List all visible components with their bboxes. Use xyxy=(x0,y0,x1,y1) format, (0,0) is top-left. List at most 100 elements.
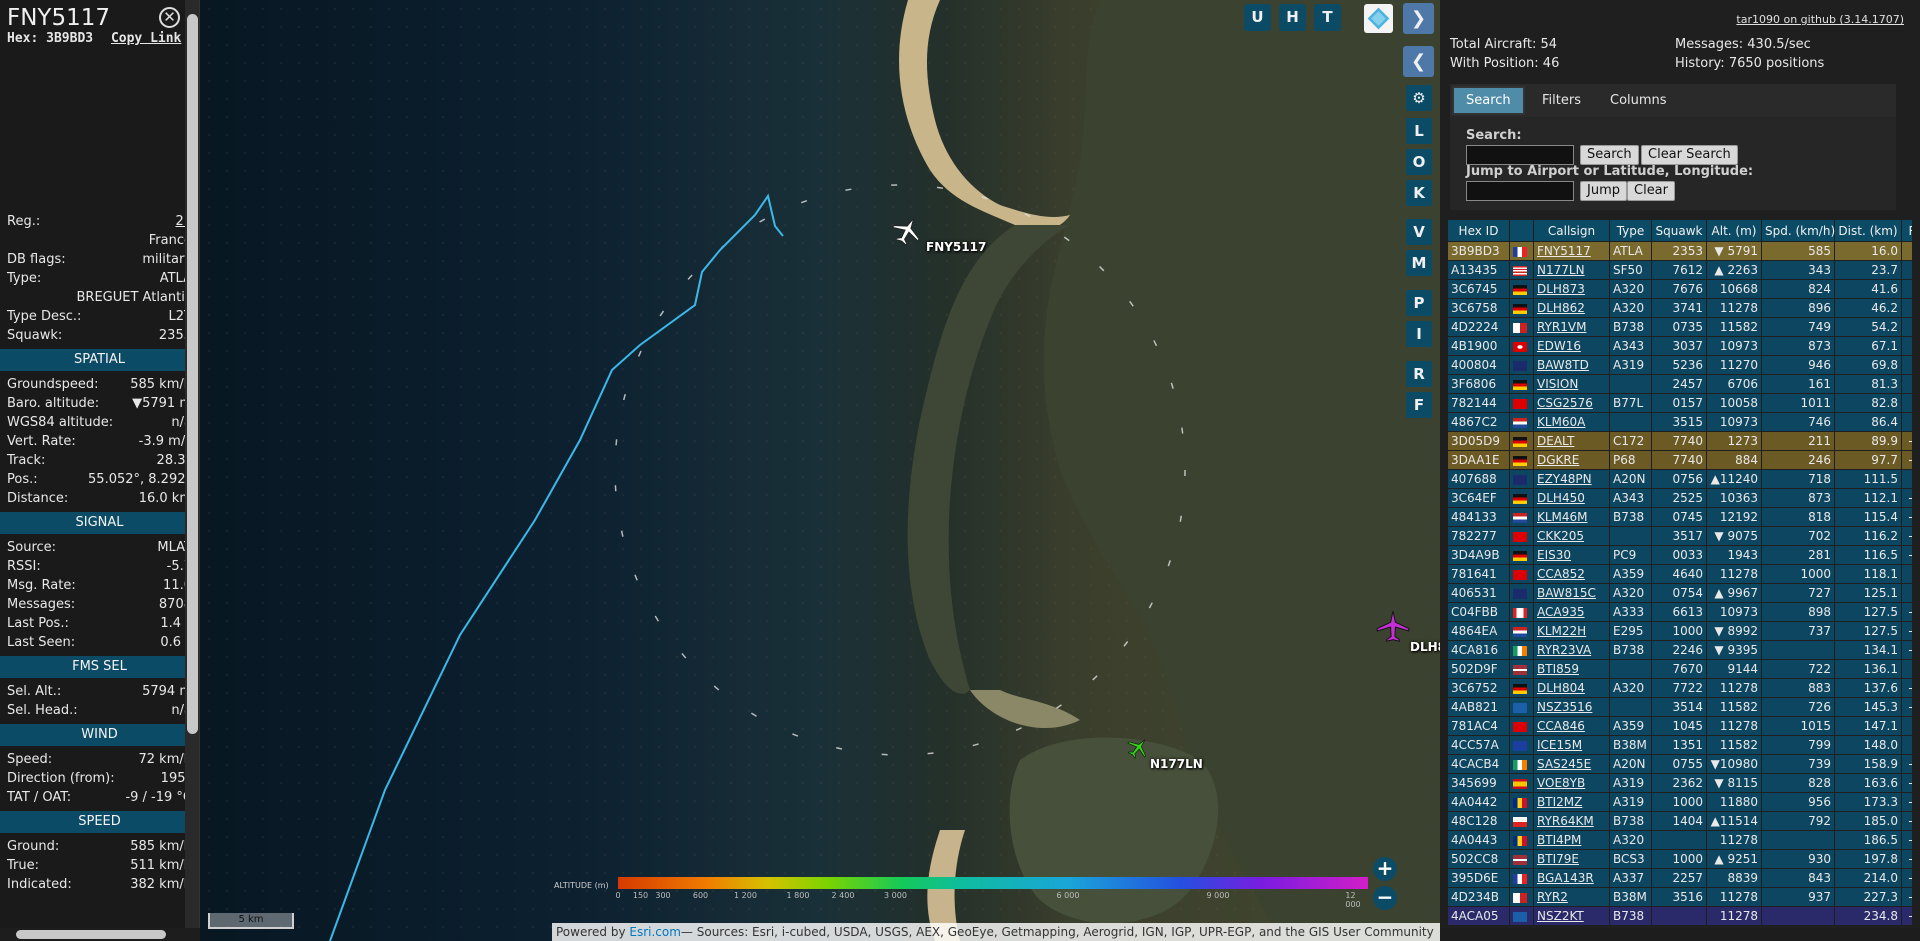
layer-m-button[interactable]: M xyxy=(1406,250,1432,276)
table-row[interactable]: 4CA816 RYR23VAB7382246▼ 9395 134.1-18 xyxy=(1447,640,1912,660)
callsign-cell[interactable]: KLM60A xyxy=(1533,412,1610,432)
layer-f-button[interactable]: F xyxy=(1406,392,1432,418)
table-row[interactable]: 4864EA KLM22HE2951000▼ 8992737127.5-13 xyxy=(1447,621,1912,641)
column-header[interactable]: Hex ID xyxy=(1447,219,1510,242)
table-row[interactable]: 3DAA1E DGKREP68774088424697.7-14 xyxy=(1447,450,1912,470)
callsign-cell[interactable]: DGKRE xyxy=(1533,450,1610,470)
callsign-cell[interactable]: RYR1VM xyxy=(1533,317,1610,337)
table-row[interactable]: C04FBB ACA935A333661310973898127.5-16 xyxy=(1447,602,1912,622)
back-arrow-icon[interactable]: ❮ xyxy=(1403,46,1434,77)
table-row[interactable]: A13435 N177LNSF507612▲ 226334323.7-2 xyxy=(1447,260,1912,280)
layer-o-button[interactable]: O xyxy=(1406,149,1432,175)
table-row[interactable]: 4AB821 NSZ3516 351411582726145.3-16 xyxy=(1447,697,1912,717)
zoom-in-button[interactable]: + xyxy=(1373,857,1397,881)
table-row[interactable]: 781641 CCA852A3594640112781000118.1-3 xyxy=(1447,564,1912,584)
table-row[interactable]: 4A0443 BTI4PMA320 11278 186.5-18 xyxy=(1447,830,1912,850)
table-row[interactable]: 3D05D9 DEALTC1727740127321189.9-15 xyxy=(1447,431,1912,451)
callsign-cell[interactable]: ACA935 xyxy=(1533,602,1610,622)
table-row[interactable]: 502CC8 BTI79EBCS31000▲ 9251930197.8-17 xyxy=(1447,849,1912,869)
column-header[interactable]: Dist. (km) xyxy=(1834,219,1902,242)
layer-r-button[interactable]: R xyxy=(1406,361,1432,387)
section-signal[interactable]: SIGNAL xyxy=(0,512,199,534)
table-row[interactable]: 406531 BAW815CA3200754▲ 9967727125.1-7 xyxy=(1447,583,1912,603)
callsign-cell[interactable]: EZY48PN xyxy=(1533,469,1610,489)
table-row[interactable]: 782277 CKK205 3517▼ 9075702116.2-16 xyxy=(1447,526,1912,546)
callsign-cell[interactable]: VOE8YB xyxy=(1533,773,1610,793)
aircraft-label-dlh[interactable]: DLH8 xyxy=(1410,640,1440,654)
callsign-cell[interactable]: RYR2 xyxy=(1533,887,1610,907)
callsign-cell[interactable]: VISION xyxy=(1533,374,1610,394)
callsign-cell[interactable]: BTI79E xyxy=(1533,849,1610,869)
callsign-cell[interactable]: NSZ3516 xyxy=(1533,697,1610,717)
layer-i-button[interactable]: I xyxy=(1406,321,1432,347)
column-header[interactable]: Spd. (km/h) xyxy=(1761,219,1835,242)
tab-filters[interactable]: Filters xyxy=(1530,84,1593,117)
callsign-cell[interactable]: KLM22H xyxy=(1533,621,1610,641)
jump-input[interactable] xyxy=(1466,181,1574,201)
callsign-cell[interactable]: EDW16 xyxy=(1533,336,1610,356)
table-row[interactable]: 345699 VOE8YBA3192362▼ 8115828163.6-18 xyxy=(1447,773,1912,793)
table-row[interactable]: 3C64EF DLH450A343252510363873112.1-17 xyxy=(1447,488,1912,508)
table-row[interactable]: 3B9BD3 FNY5117ATLA2353▼ 579158516.0-5 xyxy=(1447,241,1912,261)
callsign-cell[interactable]: BAW8TD xyxy=(1533,355,1610,375)
close-icon[interactable]: ✕ xyxy=(159,7,180,28)
table-row[interactable]: 3D4A9B EIS30PC900331943281116.5-13 xyxy=(1447,545,1912,565)
table-row[interactable]: 4A0442 BTI2MZA319100011880956173.3-13 xyxy=(1447,792,1912,812)
h-button[interactable]: H xyxy=(1279,4,1306,31)
clear-search-button[interactable]: Clear Search xyxy=(1641,145,1738,165)
table-row[interactable]: 3C6758 DLH862A32037411127889646.2-1 xyxy=(1447,298,1912,318)
map-view[interactable]: FNY5117 N177LN DLH8 U H T ❯ ❮ ⚙ L O K V … xyxy=(200,0,1440,941)
aircraft-label-fny5117[interactable]: FNY5117 xyxy=(926,240,986,254)
column-header[interactable]: Squawk xyxy=(1651,219,1707,242)
left-horizontal-scrollbar-thumb[interactable] xyxy=(16,930,166,939)
callsign-cell[interactable]: ICE15M xyxy=(1533,735,1610,755)
callsign-cell[interactable]: CCA852 xyxy=(1533,564,1610,584)
table-row[interactable]: 4D234B RYR2B38M351611278937227.3-17 xyxy=(1447,887,1912,907)
callsign-cell[interactable]: DEALT xyxy=(1533,431,1610,451)
table-row[interactable]: 4ACA05 NSZ2KTB738 11278 234.8-19 xyxy=(1447,906,1912,926)
callsign-cell[interactable]: NSZ2KT xyxy=(1533,906,1610,926)
callsign-cell[interactable]: BGA143R xyxy=(1533,868,1610,888)
section-speed[interactable]: SPEED xyxy=(0,811,199,833)
u-button[interactable]: U xyxy=(1244,4,1271,31)
callsign-cell[interactable]: FNY5117 xyxy=(1533,241,1610,261)
callsign-cell[interactable]: BTI4PM xyxy=(1533,830,1610,850)
t-button[interactable]: T xyxy=(1314,4,1341,31)
column-header[interactable] xyxy=(1509,219,1534,242)
search-input[interactable] xyxy=(1466,145,1574,165)
callsign-cell[interactable]: DLH804 xyxy=(1533,678,1610,698)
right-horizontal-scrollbar[interactable] xyxy=(1440,928,1920,941)
tab-search[interactable]: Search xyxy=(1452,86,1525,115)
info-scrollbar-thumb[interactable] xyxy=(187,14,198,734)
column-header[interactable]: Alt. (m) xyxy=(1706,219,1762,242)
aircraft-dlh-icon[interactable] xyxy=(1374,608,1412,646)
callsign-cell[interactable]: SAS245E xyxy=(1533,754,1610,774)
gear-icon[interactable]: ⚙ xyxy=(1406,85,1432,111)
layer-k-button[interactable]: K xyxy=(1406,180,1432,206)
table-row[interactable]: 502D9F BTI859 76709144722136.1-4 xyxy=(1447,659,1912,679)
table-row[interactable]: 4CC57A ICE15MB38M135111582799148.0-8 xyxy=(1447,735,1912,755)
table-row[interactable]: 4D2224 RYR1VMB73807351158274954.2-2 xyxy=(1447,317,1912,337)
callsign-cell[interactable]: BTI859 xyxy=(1533,659,1610,679)
layers-icon[interactable] xyxy=(1364,4,1393,33)
version-link[interactable]: tar1090 on github (3.14.1707) xyxy=(1736,13,1904,26)
callsign-cell[interactable]: KLM46M xyxy=(1533,507,1610,527)
table-row[interactable]: 395D6E BGA143RA33722578839843214.0-18 xyxy=(1447,868,1912,888)
esri-link[interactable]: Esri.com xyxy=(629,925,681,939)
table-row[interactable]: 3C6752 DLH804A320772211278883137.6-13 xyxy=(1447,678,1912,698)
tab-columns[interactable]: Columns xyxy=(1598,84,1679,117)
clear-jump-button[interactable]: Clear xyxy=(1627,181,1675,201)
table-row[interactable]: 4B1900 EDW16A34330371097387367.1-8 xyxy=(1447,336,1912,356)
callsign-cell[interactable]: RYR23VA xyxy=(1533,640,1610,660)
table-row[interactable]: 3C6745 DLH873A32076761066882441.6-2 xyxy=(1447,279,1912,299)
table-row[interactable]: 4CACB4 SAS245EA20N0755▼10980739158.9-18 xyxy=(1447,754,1912,774)
callsign-cell[interactable]: DLH873 xyxy=(1533,279,1610,299)
table-row[interactable]: 48C128 RYR64KMB7381404▲11514792185.0-16 xyxy=(1447,811,1912,831)
callsign-cell[interactable]: DLH862 xyxy=(1533,298,1610,318)
aircraft-label-n177ln[interactable]: N177LN xyxy=(1150,757,1203,771)
table-row[interactable]: 400804 BAW8TDA31952361127094669.8-1 xyxy=(1447,355,1912,375)
aircraft-n177ln-icon[interactable] xyxy=(1125,735,1151,761)
section-fms[interactable]: FMS SEL xyxy=(0,656,199,678)
jump-button[interactable]: Jump xyxy=(1580,181,1627,201)
table-row[interactable]: 4867C2 KLM60A 35151097374686.4-2 xyxy=(1447,412,1912,432)
